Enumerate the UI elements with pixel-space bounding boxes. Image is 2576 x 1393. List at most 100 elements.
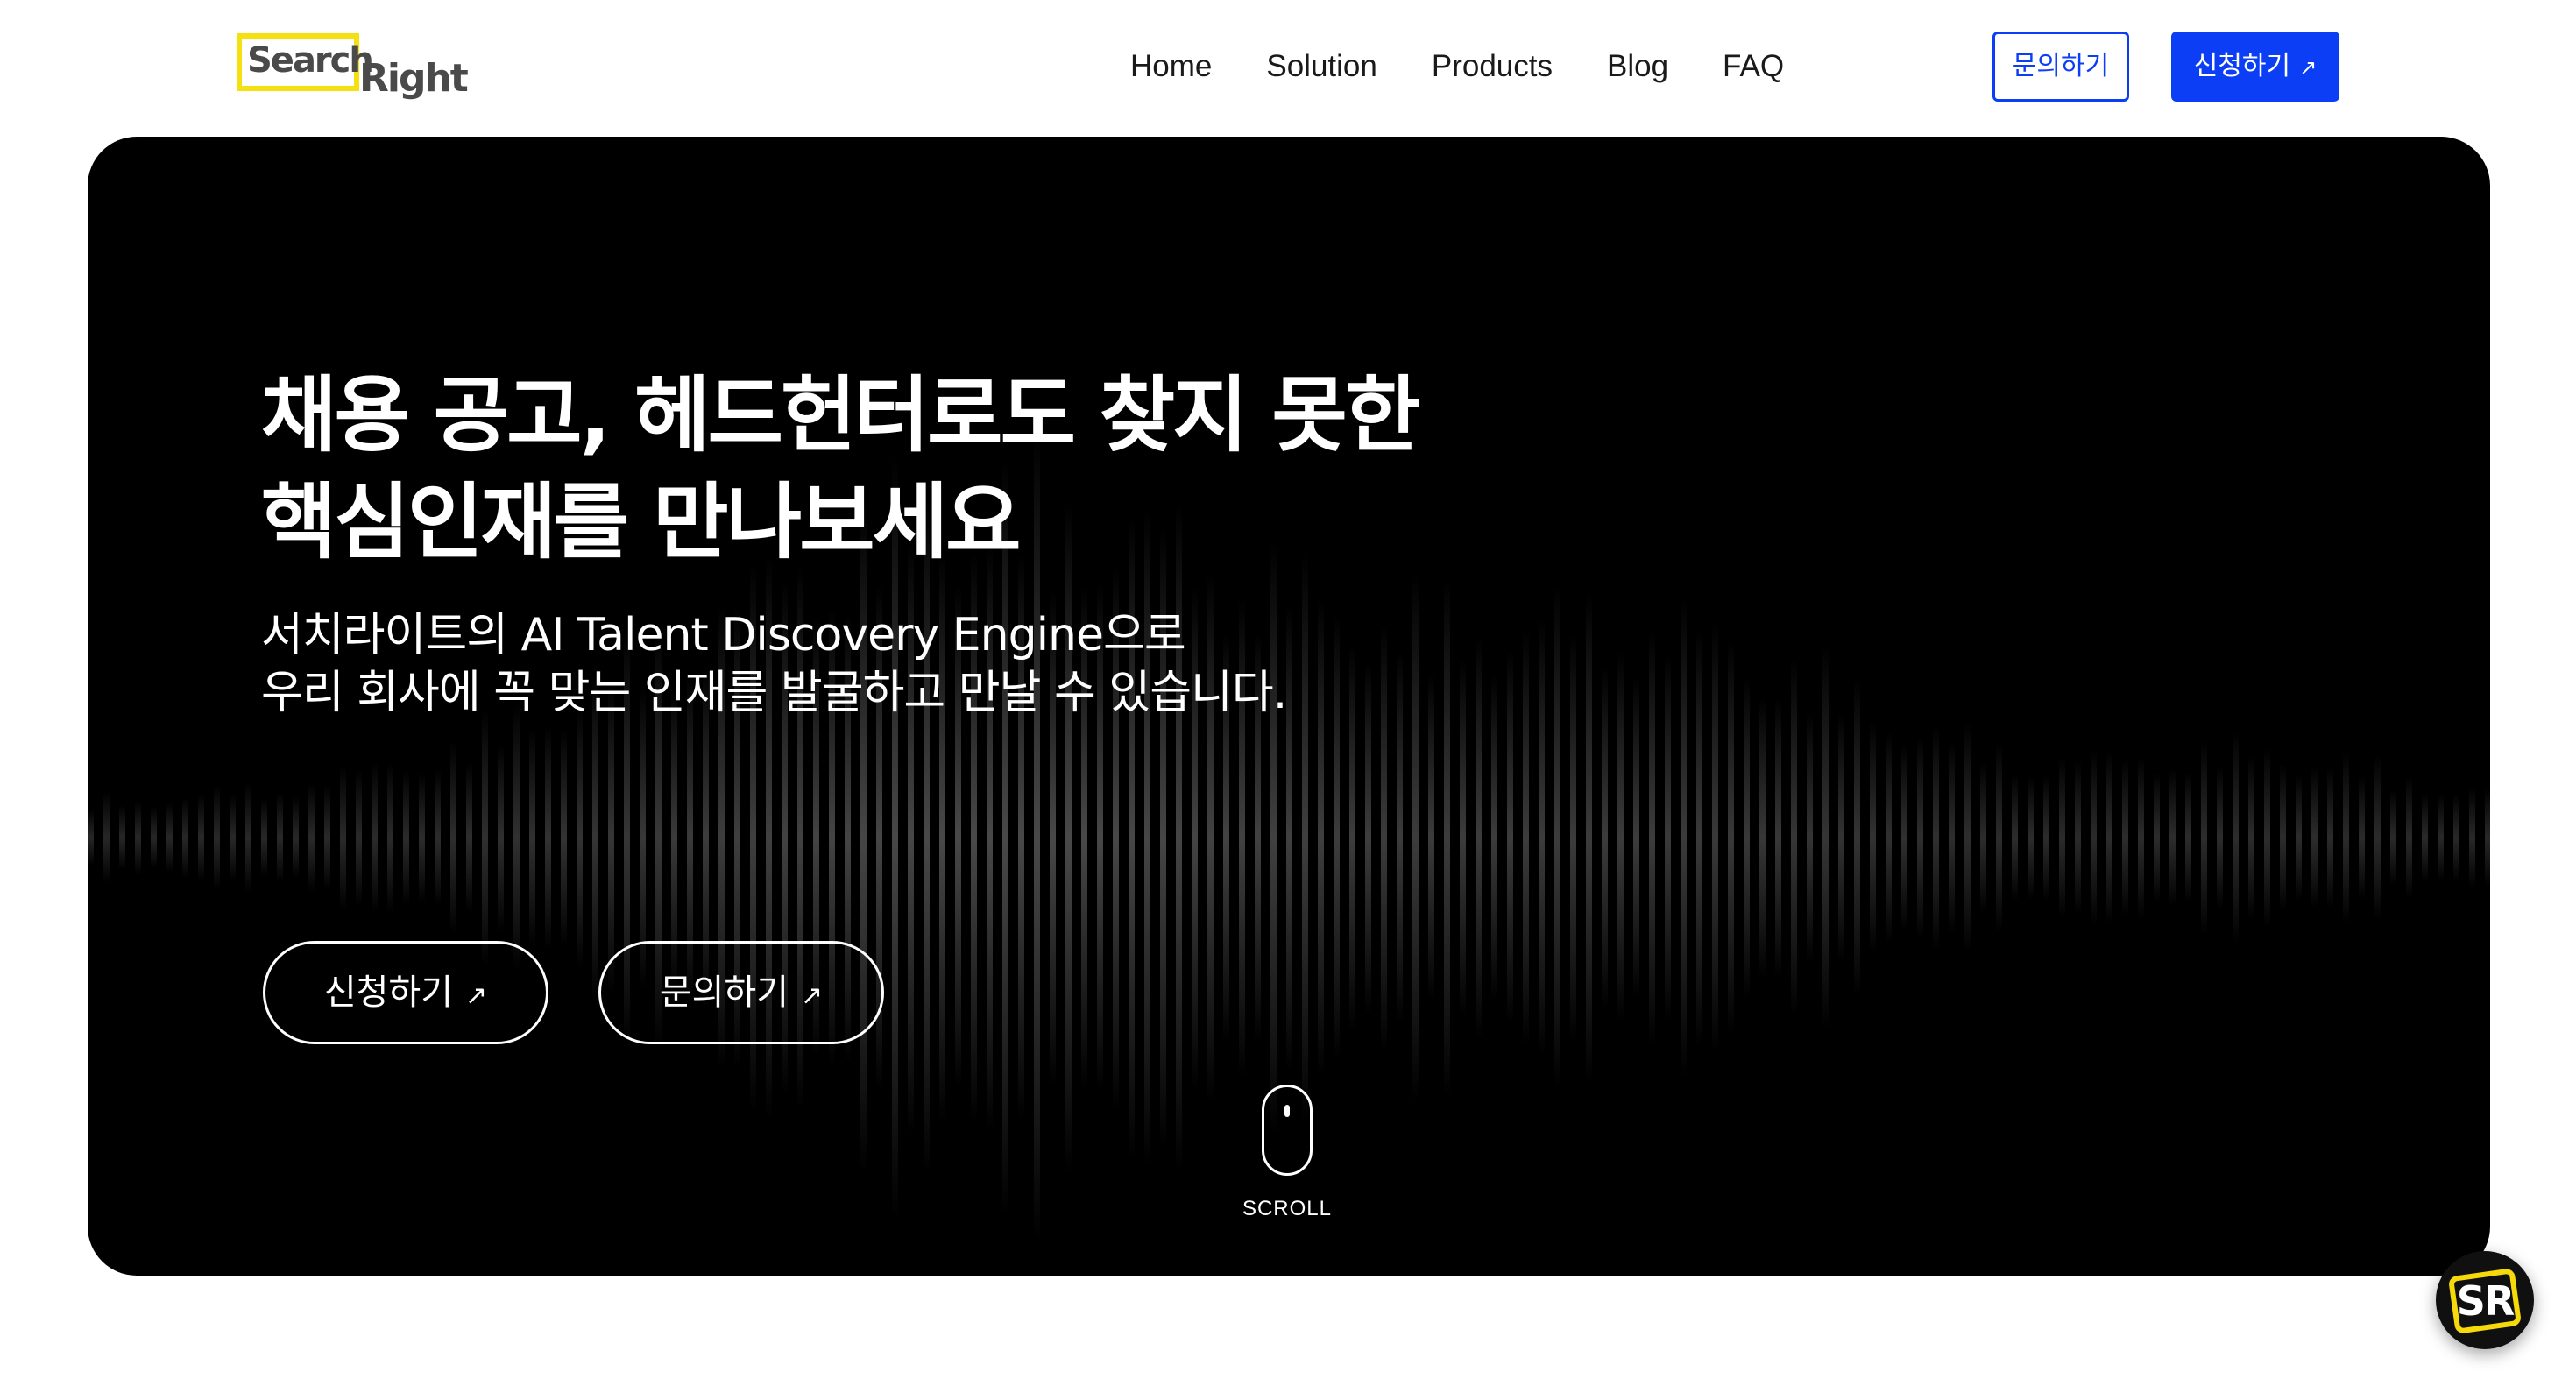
wave-bar (198, 794, 204, 881)
wave-bar (1980, 761, 1986, 914)
wave-bar (230, 794, 236, 881)
wave-bar (2028, 775, 2034, 900)
wave-bar (860, 501, 867, 1174)
wave-bar (450, 740, 456, 935)
wave-bar (561, 729, 567, 946)
wave-bar (513, 704, 520, 972)
header-inquiry-label: 문의하기 (2012, 51, 2110, 81)
wave-bar (608, 682, 614, 993)
wave-bar (119, 805, 125, 870)
arrow-up-right-icon: ↗ (801, 980, 824, 1011)
wave-bar (2106, 750, 2112, 925)
wave-bar (577, 706, 583, 969)
wave-bar (2343, 751, 2349, 924)
wave-bar (182, 797, 188, 878)
wave-bar (1901, 743, 1907, 932)
wave-bar (2201, 739, 2207, 936)
scroll-mouse-icon[interactable] (1262, 1085, 1313, 1176)
searchright-logo[interactable]: Search Right (235, 30, 469, 105)
wave-bar (1491, 674, 1497, 1001)
arrow-up-right-icon: ↗ (2299, 55, 2318, 80)
wave-bar (1807, 712, 1813, 963)
wave-bar (2359, 775, 2365, 900)
hero-inquiry-button[interactable]: 문의하기 ↗ (598, 941, 884, 1044)
sr-chat-badge[interactable]: SR (2436, 1251, 2534, 1349)
hero-apply-button[interactable]: 신청하기 ↗ (263, 941, 548, 1044)
wave-bar (324, 785, 330, 890)
wave-bar (545, 725, 551, 950)
nav-products[interactable]: Products (1432, 46, 1553, 88)
wave-bar (1964, 722, 1971, 953)
wave-bar (293, 796, 299, 879)
hero-subtitle: 서치라이트의 AI Talent Discovery Engine으로 우리 회… (261, 606, 1663, 722)
header-apply-button[interactable]: 신청하기 ↗ (2171, 32, 2339, 102)
sr-badge-text: SR (2456, 1277, 2516, 1325)
wave-bar (2138, 756, 2144, 919)
wave-bar (2453, 793, 2459, 882)
wave-bar (88, 810, 94, 866)
wave-bar (1791, 658, 1797, 1017)
hero-subtitle-line1: 서치라이트의 AI Talent Discovery Engine으로 (261, 609, 1186, 661)
wave-bar (2485, 788, 2490, 887)
wave-bar (1633, 676, 1639, 999)
wave-bar (498, 743, 504, 932)
wave-bar (2280, 763, 2286, 912)
wave-bar (1996, 742, 2002, 933)
wave-bar (482, 709, 488, 966)
wave-bar (166, 802, 173, 873)
wave-bar (403, 770, 409, 905)
wave-bar (2406, 775, 2412, 900)
nav-home[interactable]: Home (1130, 46, 1212, 88)
wave-bar (2374, 754, 2381, 921)
wave-bar (2311, 767, 2318, 909)
mouse-wheel-dot (1284, 1105, 1290, 1117)
wave-bar (1838, 712, 1844, 963)
wave-bar (372, 762, 378, 913)
scroll-label: SCROLL (1242, 1197, 1333, 1220)
wave-bar (1870, 721, 1876, 954)
wave-bar (419, 773, 425, 902)
wave-bar (2043, 774, 2049, 901)
wave-bar (2075, 760, 2081, 915)
wave-bar (2185, 771, 2191, 904)
wave-bar (135, 800, 141, 875)
wave-bar (277, 791, 283, 884)
wave-bar (1759, 696, 1766, 979)
wave-bar (1176, 502, 1182, 1173)
wave-bar (1854, 678, 1860, 997)
hero-subtitle-line2: 우리 회사에 꼭 맞는 인재를 발굴하고 만날 수 있습니다. (261, 667, 1287, 719)
header-inquiry-button[interactable]: 문의하기 (1992, 32, 2129, 102)
nav-faq[interactable]: FAQ (1723, 46, 1784, 88)
nav-blog[interactable]: Blog (1607, 46, 1668, 88)
wave-bar (2091, 749, 2097, 926)
wave-bar (340, 765, 346, 910)
logo-word-right: Right (359, 56, 469, 101)
site-header: Search Right Home Solution Products Blog… (0, 0, 2576, 133)
wave-bar (2248, 756, 2254, 919)
wave-bar (1728, 640, 1734, 1036)
hero-title-line2: 핵심인재를 만나보세요 (261, 475, 1022, 570)
wave-bar (1933, 725, 1939, 951)
wave-bar (2327, 767, 2333, 909)
wave-bar (2012, 774, 2018, 901)
wave-bar (2438, 794, 2444, 881)
wave-bar (2422, 793, 2428, 882)
wave-bar (466, 762, 472, 913)
arrow-up-right-icon: ↗ (465, 980, 488, 1011)
wave-bar (1822, 645, 1829, 1030)
nav-solution[interactable]: Solution (1266, 46, 1376, 88)
wave-bar (2217, 765, 2223, 910)
wave-bar (1065, 502, 1072, 1173)
wave-bar (245, 782, 251, 893)
wave-bar (151, 806, 157, 869)
wave-bar (308, 782, 315, 893)
wave-bar (592, 673, 598, 1002)
wave-bar (1886, 732, 1892, 944)
wave-bar (529, 728, 535, 947)
wave-bar (2169, 768, 2176, 907)
wave-bar (924, 500, 930, 1175)
hero-title: 채용 공고, 헤드헌터로도 찾지 못한 핵심인재를 만나보세요 (261, 363, 1575, 576)
hero-apply-label: 신청하기 (323, 972, 454, 1013)
hero-inquiry-label: 문의하기 (659, 972, 789, 1013)
wave-bar (1712, 622, 1718, 1053)
